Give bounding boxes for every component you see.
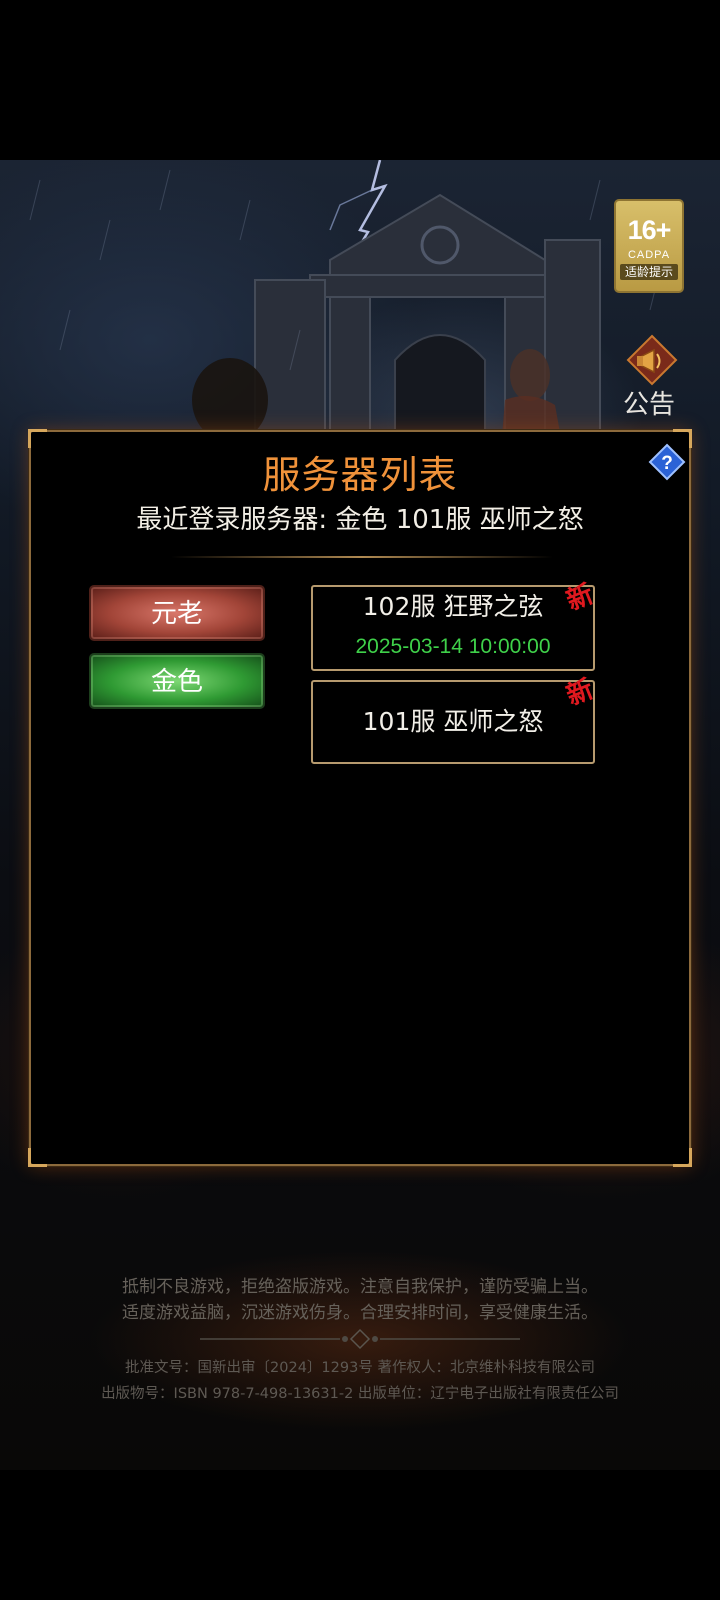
megaphone-icon <box>626 334 678 386</box>
legal-publication-line: 出版物号：ISBN 978-7-498-13631-2 出版单位：辽宁电子出版社… <box>101 1386 619 1402</box>
recent-server-text: 最近登录服务器: 金色 101服 巫师之怒 <box>136 505 584 535</box>
server-item-102[interactable]: 102服 狂野之弦 2025-03-14 10:00:00 新 <box>311 579 598 671</box>
ornament-divider <box>200 1328 520 1350</box>
age-rating-number: 16+ <box>627 215 672 245</box>
age-rating-badge[interactable]: 16+ CADPA 适龄提示 <box>614 199 684 293</box>
server-open-time: 2025-03-14 10:00:00 <box>355 635 551 658</box>
health-notice-line: 适度游戏益脑，沉迷游戏伤身。合理安排时间，享受健康生活。 <box>122 1303 598 1323</box>
category-tab-gold[interactable]: 金色 <box>89 653 265 709</box>
notice-button[interactable]: 公告 <box>620 330 690 426</box>
category-tab-veteran[interactable]: 元老 <box>89 585 265 641</box>
login-screen: 16+ CADPA 适龄提示 公告 ? 服务器列表 最近登录服务器: 金色 10… <box>0 0 720 1600</box>
legal-approval-line: 批准文号：国新出审〔2024〕1293号 著作权人：北京维朴科技有限公司 <box>125 1360 595 1376</box>
notice-label: 公告 <box>623 390 676 420</box>
dialog-corner <box>28 1148 47 1167</box>
server-item-101[interactable]: 101服 巫师之怒 新 <box>311 674 598 764</box>
title-divider <box>171 556 553 558</box>
dialog-corner <box>673 1148 692 1167</box>
health-notice-line: 抵制不良游戏，拒绝盗版游戏。注意自我保护，谨防受骗上当。 <box>122 1277 598 1297</box>
server-name: 101服 巫师之怒 <box>362 707 544 736</box>
dialog-corner <box>28 429 47 448</box>
age-rating-org: CADPA <box>627 249 671 261</box>
age-rating-tip: 适龄提示 <box>620 264 678 280</box>
server-name: 102服 狂野之弦 <box>362 592 544 621</box>
dialog-title: 服务器列表 <box>262 453 458 497</box>
server-list-dialog: ? 服务器列表 最近登录服务器: 金色 101服 巫师之怒 元老 金色 102服… <box>28 429 692 1167</box>
